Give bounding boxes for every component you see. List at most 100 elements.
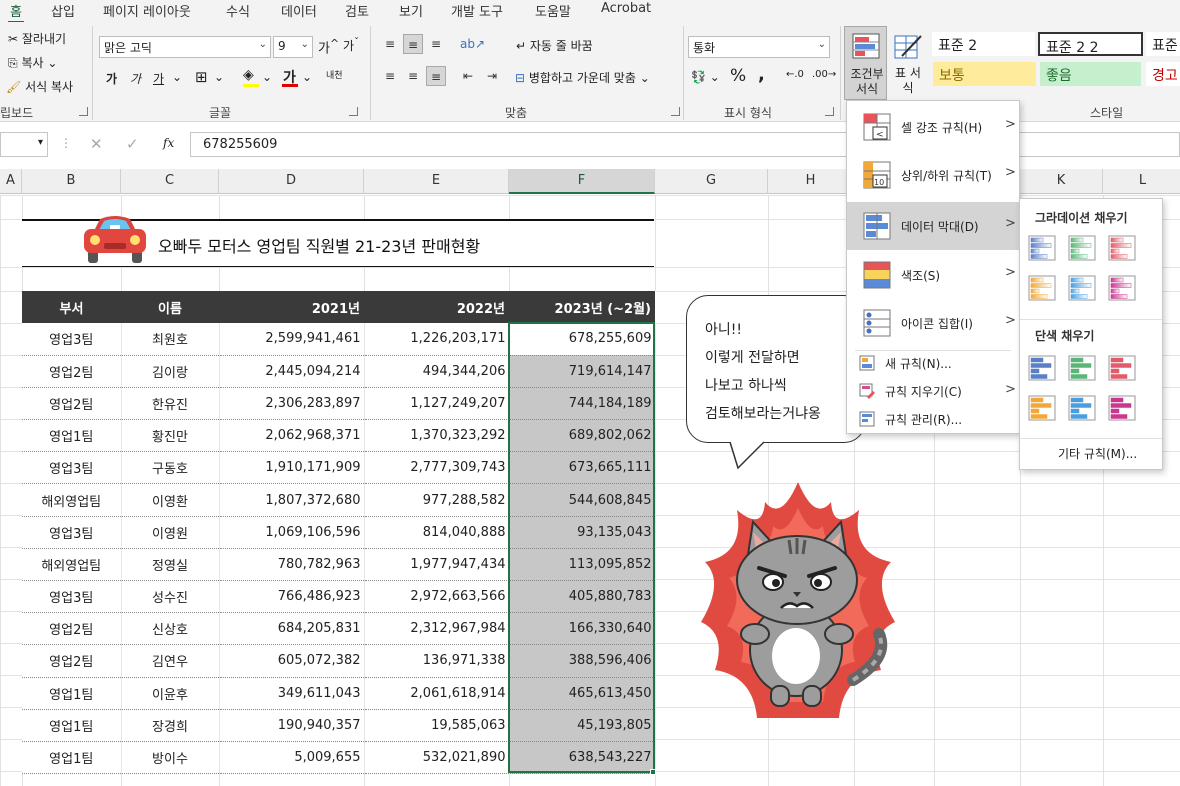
cell-2022[interactable]: 2,312,967,984 (364, 612, 510, 646)
decrease-indent-icon[interactable]: ⇤ (458, 66, 478, 86)
style-good[interactable]: 좋음 (1040, 62, 1141, 86)
cell-2023[interactable]: 744,184,189 (509, 387, 656, 421)
number-format-combo[interactable]: 통화 ⌄ (688, 36, 830, 58)
cell-dept[interactable]: 영업1팀 (22, 741, 122, 775)
menu-item-top-bottom[interactable]: 10 상위/하위 규칙(T) > (847, 151, 1019, 199)
tab-developer[interactable]: 개발 도구 (451, 1, 503, 20)
font-launcher-icon[interactable] (349, 107, 358, 116)
cell-2023[interactable]: 719,614,147 (509, 355, 656, 388)
column-header-l[interactable]: L (1103, 169, 1180, 194)
cell-2023[interactable]: 465,613,450 (509, 677, 656, 710)
column-header-h[interactable]: H (768, 169, 854, 194)
underline-dropdown[interactable]: ⌄ (172, 70, 182, 84)
gradient-data-bar-icon[interactable] (1108, 235, 1136, 261)
cell-name[interactable]: 최원호 (121, 323, 220, 356)
header-dept[interactable]: 부서 (22, 291, 121, 323)
tab-data[interactable]: 데이터 (281, 1, 317, 20)
cell-2021[interactable]: 5,009,655 (219, 741, 365, 775)
cell-dept[interactable]: 영업2팀 (22, 612, 122, 646)
column-header-f[interactable]: F (509, 169, 655, 194)
cell-2022[interactable]: 1,226,203,171 (364, 323, 510, 356)
column-header-d[interactable]: D (219, 169, 364, 194)
style-normal-more[interactable]: 표준 (1146, 32, 1180, 56)
cell-2021[interactable]: 2,445,094,214 (219, 355, 365, 388)
cell-2023[interactable]: 388,596,406 (509, 644, 656, 678)
more-rules-button[interactable]: 기타 규칙(M)... (1058, 445, 1137, 462)
gradient-data-bar-icon[interactable] (1028, 275, 1056, 301)
style-neutral[interactable]: 보통 (933, 62, 1036, 86)
cell-dept[interactable]: 영업1팀 (22, 709, 122, 742)
cell-2023[interactable]: 166,330,640 (509, 612, 656, 646)
cell-name[interactable]: 이영환 (121, 483, 220, 517)
header-name[interactable]: 이름 (121, 291, 219, 323)
cell-dept[interactable]: 영업2팀 (22, 387, 122, 421)
grow-font-button[interactable]: 가^ (318, 37, 339, 56)
italic-button[interactable]: 가 (130, 70, 141, 87)
cell-name[interactable]: 성수진 (121, 580, 220, 614)
tab-insert[interactable]: 삽입 (51, 1, 75, 20)
cell-name[interactable]: 신상호 (121, 612, 220, 646)
number-launcher-icon[interactable] (825, 107, 834, 116)
accounting-format-button[interactable]: 💱 ⌄ (691, 70, 720, 84)
header-2021[interactable]: 2021년 (219, 291, 364, 323)
name-box[interactable]: ▾ (0, 132, 48, 157)
menu-item-icon-sets[interactable]: 아이콘 집합(I) > (847, 299, 1019, 347)
cell-2021[interactable]: 1,069,106,596 (219, 516, 365, 549)
cell-dept[interactable]: 해외영업팀 (22, 548, 122, 582)
cell-2023[interactable]: 678,255,609 (509, 323, 656, 356)
column-header-k[interactable]: K (1020, 169, 1103, 194)
cell-dept[interactable]: 영업3팀 (22, 516, 122, 549)
header-2023[interactable]: 2023년 (~2월) (509, 291, 655, 323)
fill-color-dropdown[interactable]: ⌄ (262, 70, 272, 84)
cell-name[interactable]: 이영원 (121, 516, 220, 549)
cell-2022[interactable]: 1,370,323,292 (364, 419, 510, 453)
font-name-combo[interactable]: 맑은 고딕 ⌄ (99, 36, 271, 58)
cell-name[interactable]: 김연우 (121, 644, 220, 678)
cell-name[interactable]: 정영실 (121, 548, 220, 582)
enter-icon[interactable]: ✓ (126, 135, 139, 153)
cell-2022[interactable]: 19,585,063 (364, 709, 510, 742)
comma-button[interactable]: , (758, 64, 765, 85)
cell-2022[interactable]: 2,777,309,743 (364, 451, 510, 485)
cell-name[interactable]: 이윤후 (121, 677, 220, 710)
cell-name[interactable]: 장경희 (121, 709, 220, 742)
solid-data-bar-icon[interactable] (1068, 395, 1096, 421)
bold-button[interactable]: 가 (106, 70, 117, 87)
align-left-icon[interactable]: ≡ (380, 66, 400, 86)
fill-color-icon[interactable]: ◈ (243, 67, 254, 83)
cell-name[interactable]: 방이수 (121, 741, 220, 775)
menu-item-new-rule[interactable]: 새 규칙(N)... (847, 349, 1019, 377)
format-painter-button[interactable]: 🖌 서식 복사 (6, 78, 73, 95)
cell-2023[interactable]: 673,665,111 (509, 451, 656, 485)
align-center-icon[interactable]: ≡ (403, 66, 423, 86)
column-header-c[interactable]: C (121, 169, 219, 194)
phonetic-button[interactable]: 내천 (326, 68, 343, 81)
cell-2021[interactable]: 349,611,043 (219, 677, 365, 710)
cell-2023[interactable]: 405,880,783 (509, 580, 656, 614)
tab-acrobat[interactable]: Acrobat (601, 1, 651, 16)
solid-data-bar-icon[interactable] (1108, 395, 1136, 421)
font-size-combo[interactable]: 9 ⌄ (273, 36, 313, 58)
align-top-icon[interactable]: ≡ (380, 34, 400, 54)
cell-name[interactable]: 한유진 (121, 387, 220, 421)
cell-2021[interactable]: 1,807,372,680 (219, 483, 365, 517)
style-normal22[interactable]: 표준 2 2 (1038, 32, 1143, 56)
percent-button[interactable]: % (730, 66, 746, 86)
borders-dropdown[interactable]: ⌄ (214, 70, 224, 84)
cell-2021[interactable]: 605,072,382 (219, 644, 365, 678)
cell-2022[interactable]: 814,040,888 (364, 516, 510, 549)
align-bottom-icon[interactable]: ≡ (426, 34, 446, 54)
solid-data-bar-icon[interactable] (1068, 355, 1096, 381)
insert-function-icon[interactable]: fx (163, 136, 174, 150)
clipboard-launcher-icon[interactable] (79, 107, 88, 116)
cell-dept[interactable]: 영업3팀 (22, 451, 122, 485)
cell-2021[interactable]: 684,205,831 (219, 612, 365, 646)
column-header-a[interactable]: A (0, 169, 22, 194)
cell-2023[interactable]: 689,802,062 (509, 419, 656, 453)
font-color-dropdown[interactable]: ⌄ (302, 70, 312, 84)
cell-2022[interactable]: 494,344,206 (364, 355, 510, 388)
cell-2023[interactable]: 113,095,852 (509, 548, 656, 582)
tab-formulas[interactable]: 수식 (226, 1, 250, 20)
conditional-formatting-button[interactable]: 조건부 서식 (844, 26, 887, 100)
column-header-g[interactable]: G (655, 169, 768, 194)
